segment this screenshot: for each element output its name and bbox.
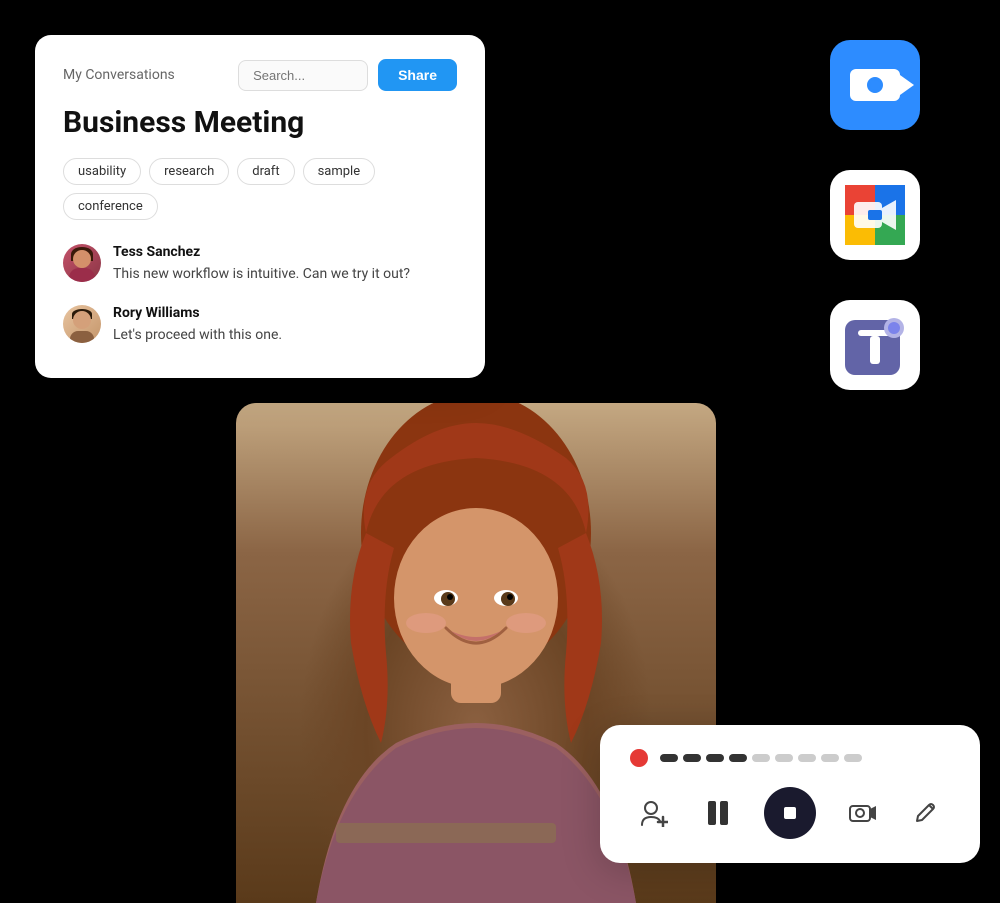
tag-sample[interactable]: sample (303, 158, 376, 185)
body (69, 268, 95, 282)
meeting-title: Business Meeting (63, 105, 457, 140)
avatar-tess-face (63, 244, 101, 282)
message-content-rory: Rory Williams Let's proceed with this on… (113, 305, 282, 346)
camera-button[interactable] (844, 795, 880, 831)
edit-icon (914, 801, 938, 825)
header-right: Share (238, 59, 457, 91)
pause-icon (706, 799, 730, 827)
message-item-tess: Tess Sanchez This new workflow is intuit… (63, 244, 457, 285)
search-input[interactable] (238, 60, 368, 91)
zoom-icon[interactable] (830, 40, 920, 130)
body (70, 331, 94, 343)
head (73, 311, 91, 329)
conversations-card: My Conversations Share Business Meeting … (35, 35, 485, 378)
avatar-tess (63, 244, 101, 282)
microsoft-teams-icon[interactable] (830, 300, 920, 390)
prog-bar-5 (752, 754, 770, 762)
prog-bar-8 (821, 754, 839, 762)
prog-bar-9 (844, 754, 862, 762)
stop-icon (778, 801, 802, 825)
share-button[interactable]: Share (378, 59, 457, 91)
avatar-rory (63, 305, 101, 343)
prog-bar-7 (798, 754, 816, 762)
edit-button[interactable] (908, 795, 944, 831)
pause-button[interactable] (700, 795, 736, 831)
message-item-rory: Rory Williams Let's proceed with this on… (63, 305, 457, 346)
prog-bar-4 (729, 754, 747, 762)
tag-usability[interactable]: usability (63, 158, 141, 185)
tag-research[interactable]: research (149, 158, 229, 185)
app-icons-container (830, 40, 920, 390)
zoom-lens (867, 77, 883, 93)
message-content-tess: Tess Sanchez This new workflow is intuit… (113, 244, 410, 285)
messages-list: Tess Sanchez This new workflow is intuit… (63, 244, 457, 346)
prog-bar-2 (683, 754, 701, 762)
prog-bar-6 (775, 754, 793, 762)
add-person-icon (640, 799, 668, 827)
progress-row (630, 749, 950, 767)
stop-button[interactable] (764, 787, 816, 839)
progress-bars (660, 754, 862, 762)
tags-container: usability research draft sample conferen… (63, 158, 457, 220)
conversations-label: My Conversations (63, 67, 175, 83)
recording-card (600, 725, 980, 863)
zoom-camera-icon (850, 69, 900, 101)
add-person-button[interactable] (636, 795, 672, 831)
recording-indicator (630, 749, 648, 767)
tag-draft[interactable]: draft (237, 158, 294, 185)
google-meet-svg (840, 180, 910, 250)
sender-name-tess: Tess Sanchez (113, 244, 410, 260)
teams-svg (840, 310, 910, 380)
controls-row (630, 787, 950, 839)
head (73, 250, 91, 268)
message-text-tess: This new workflow is intuitive. Can we t… (113, 264, 410, 285)
tag-conference[interactable]: conference (63, 193, 158, 220)
sender-name-rory: Rory Williams (113, 305, 282, 321)
avatar-rory-face (63, 305, 101, 343)
google-meet-icon[interactable] (830, 170, 920, 260)
card-header: My Conversations Share (63, 59, 457, 91)
message-text-rory: Let's proceed with this one. (113, 325, 282, 346)
prog-bar-1 (660, 754, 678, 762)
camera-icon (848, 801, 876, 825)
prog-bar-3 (706, 754, 724, 762)
